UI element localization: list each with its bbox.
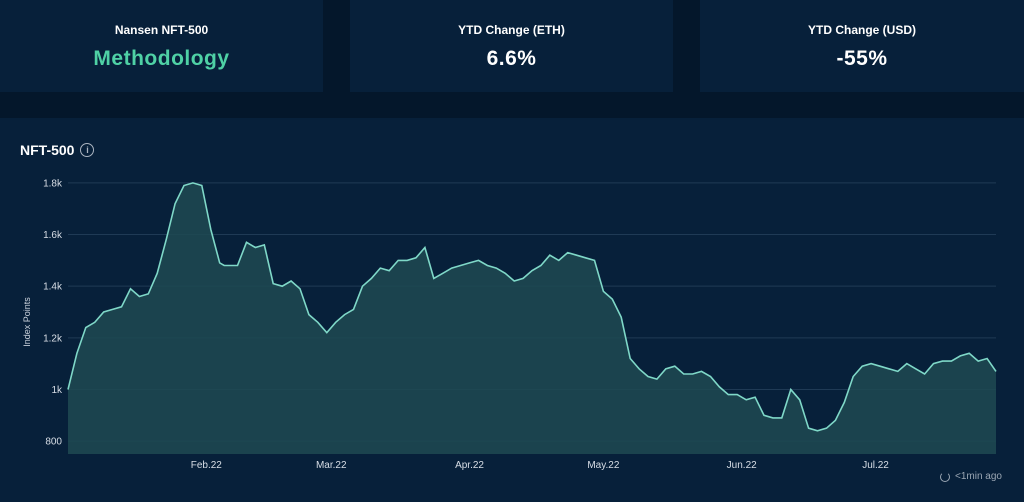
info-icon[interactable]: i	[80, 143, 95, 157]
stat-value: -55%	[836, 47, 888, 70]
y-tick-label: 1.8k	[43, 178, 63, 189]
x-tick-label: Apr.22	[455, 460, 484, 471]
stat-value: 6.6%	[486, 47, 537, 70]
x-tick-label: Jul.22	[862, 460, 889, 471]
area-fill	[68, 182, 996, 454]
chart-title: NFT-500 i	[20, 142, 95, 158]
x-tick-label: Jun.22	[727, 460, 757, 471]
y-tick-label: 1.4k	[43, 282, 63, 293]
y-tick-label: 800	[45, 437, 62, 448]
last-updated: <1min ago	[940, 471, 1002, 482]
x-tick-label: Mar.22	[316, 460, 347, 471]
stat-label: YTD Change (ETH)	[458, 23, 565, 37]
refresh-icon[interactable]	[940, 471, 951, 482]
stat-card-ytd-eth: YTD Change (ETH) 6.6%	[350, 0, 673, 92]
stat-label: Nansen NFT-500	[114, 23, 209, 37]
stat-row: Nansen NFT-500 Methodology YTD Change (E…	[0, 0, 1024, 92]
stat-label: YTD Change (USD)	[808, 23, 916, 37]
chart-title-text: NFT-500	[20, 142, 75, 158]
x-tick-label: Feb.22	[191, 460, 223, 471]
area-chart: 800 1k 1.2k 1.4k 1.6k 1.8k Feb.22 Mar.22 Apr.22 M…	[22, 178, 997, 471]
chart-panel: 800 1k 1.2k 1.4k 1.6k 1.8k Feb.22 Mar.22 Apr.22 M…	[0, 118, 1024, 502]
x-tick-label: May.22	[587, 460, 619, 471]
last-updated-text: <1min ago	[955, 471, 1002, 482]
y-tick-label: 1.6k	[43, 230, 63, 241]
methodology-link[interactable]: Methodology	[93, 47, 229, 71]
stat-card-index: Nansen NFT-500 Methodology	[0, 0, 323, 92]
y-tick-label: 1k	[51, 385, 63, 396]
y-tick-label: 1.2k	[43, 333, 63, 344]
y-axis-label: Index Points	[22, 297, 32, 347]
stat-card-ytd-usd: YTD Change (USD) -55%	[700, 0, 1024, 92]
